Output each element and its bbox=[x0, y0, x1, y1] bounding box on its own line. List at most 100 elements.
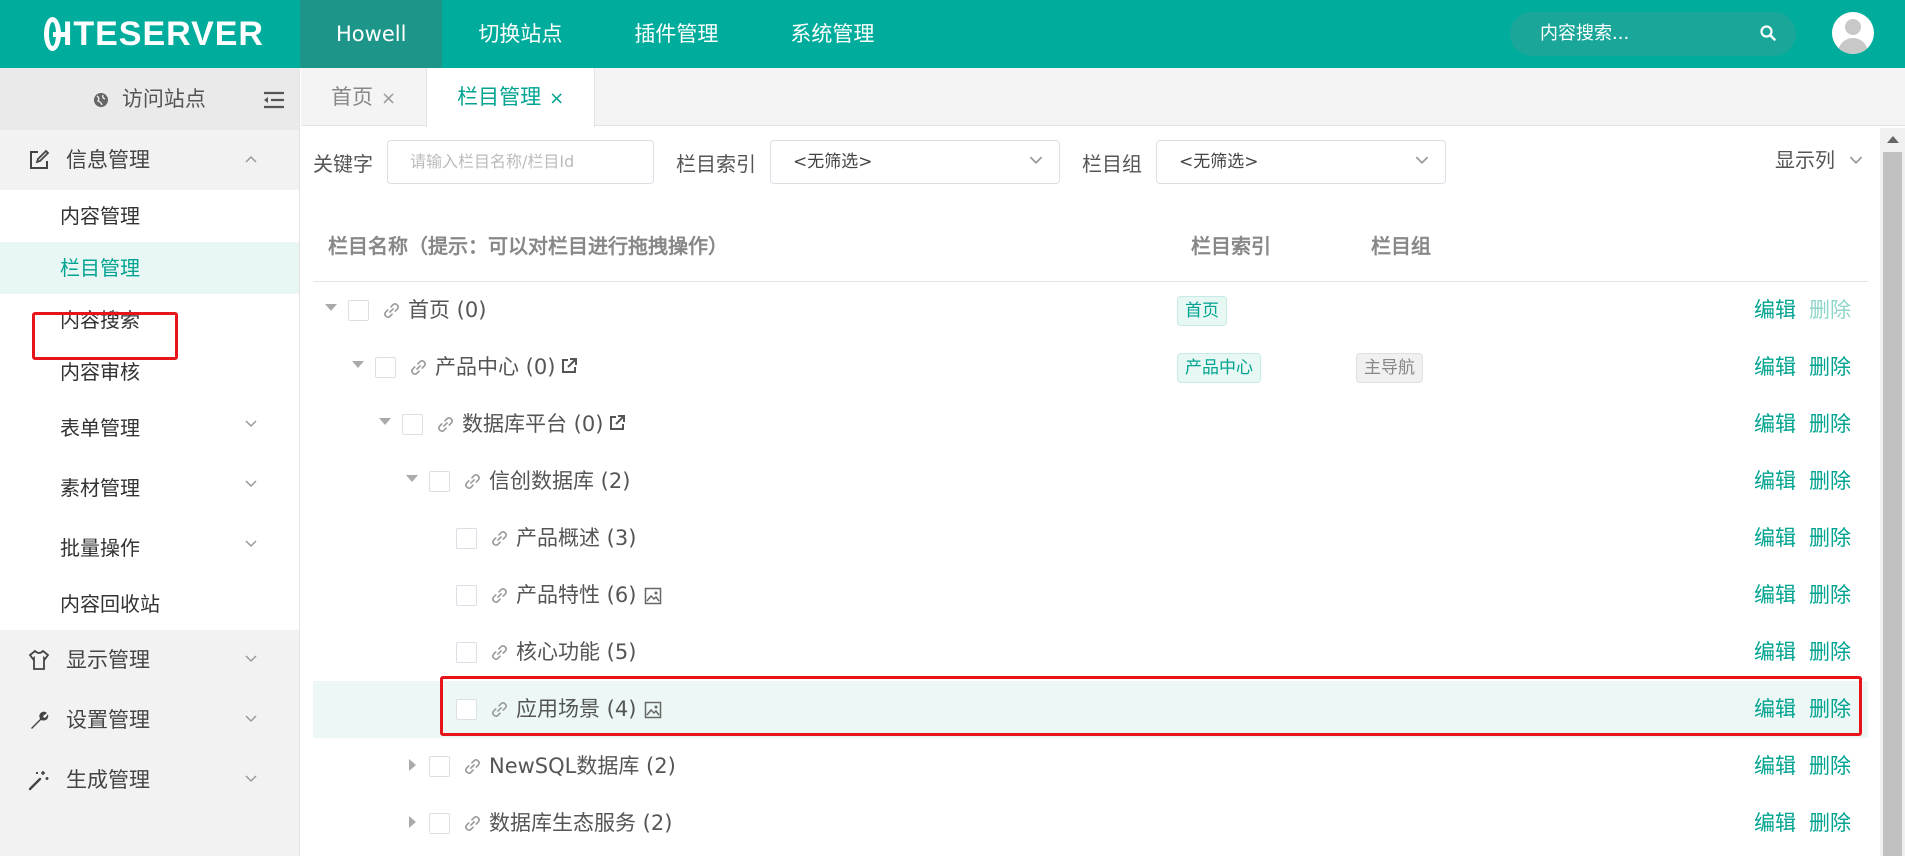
channel-name[interactable]: NewSQL数据库 (2) bbox=[489, 738, 676, 795]
expand-arrow-icon[interactable] bbox=[409, 759, 416, 771]
topnav-plugins[interactable]: 插件管理 bbox=[598, 0, 754, 68]
tab-channel-manage[interactable]: 栏目管理 × bbox=[426, 68, 596, 127]
info-submenu: 内容管理 栏目管理 内容搜索 内容审核 表单管理 素材管理 批量操作 内容回收站 bbox=[0, 190, 299, 630]
row-checkbox[interactable] bbox=[402, 414, 423, 435]
delete-button[interactable]: 删除 bbox=[1809, 339, 1851, 396]
menu-group-info[interactable]: 信息管理 bbox=[0, 130, 299, 190]
topnav-switch-site[interactable]: 切换站点 bbox=[442, 0, 598, 68]
channel-name[interactable]: 产品特性 (6) bbox=[516, 567, 662, 624]
topnav-site-howell[interactable]: Howell bbox=[300, 0, 443, 68]
row-checkbox[interactable] bbox=[456, 528, 477, 549]
sidebar-item-form-manage[interactable]: 表单管理 bbox=[0, 398, 299, 458]
menu-group-generate-label: 生成管理 bbox=[66, 768, 150, 792]
scrollbar-thumb[interactable] bbox=[1883, 152, 1902, 856]
row-checkbox[interactable] bbox=[456, 642, 477, 663]
delete-button: 删除 bbox=[1809, 298, 1851, 322]
expand-arrow-icon[interactable] bbox=[406, 475, 418, 482]
delete-button[interactable]: 删除 bbox=[1809, 681, 1851, 738]
row-checkbox[interactable] bbox=[429, 813, 450, 834]
edit-button[interactable]: 编辑 bbox=[1754, 282, 1796, 339]
keyword-input[interactable]: 请输入栏目名称/栏目Id bbox=[387, 140, 654, 184]
magic-wand-icon bbox=[28, 771, 49, 791]
delete-button[interactable]: 删除 bbox=[1809, 567, 1851, 624]
user-avatar[interactable] bbox=[1832, 12, 1874, 54]
scroll-up-arrow-icon[interactable] bbox=[1887, 136, 1899, 143]
sidebar-item-batch-ops[interactable]: 批量操作 bbox=[0, 518, 299, 578]
channel-name[interactable]: 产品概述 (3) bbox=[516, 510, 636, 567]
edit-button[interactable]: 编辑 bbox=[1754, 567, 1796, 624]
show-columns-button[interactable]: 显示列 bbox=[1775, 144, 1863, 173]
table-row[interactable]: 数据库平台 (0) 编辑 删除 bbox=[313, 396, 1868, 453]
sidebar-item-batch-ops-label: 批量操作 bbox=[60, 536, 140, 560]
menu-group-display[interactable]: 显示管理 bbox=[0, 630, 299, 690]
sidebar-item-recycle-bin[interactable]: 内容回收站 bbox=[0, 578, 299, 630]
delete-button[interactable]: 删除 bbox=[1809, 738, 1851, 795]
delete-button[interactable]: 删除 bbox=[1809, 624, 1851, 681]
menu-group-generate[interactable]: 生成管理 bbox=[0, 750, 299, 810]
edit-button[interactable]: 编辑 bbox=[1754, 339, 1796, 396]
delete-button[interactable]: 删除 bbox=[1809, 396, 1851, 453]
channel-name[interactable]: 数据库平台 (0) bbox=[462, 396, 627, 453]
row-checkbox[interactable] bbox=[429, 471, 450, 492]
expand-arrow-icon[interactable] bbox=[325, 304, 337, 311]
edit-button[interactable]: 编辑 bbox=[1754, 453, 1796, 510]
channel-index-select[interactable]: <无筛选> bbox=[770, 140, 1060, 184]
sidebar-item-content-review[interactable]: 内容审核 bbox=[0, 346, 299, 398]
row-checkbox[interactable] bbox=[429, 756, 450, 777]
sidebar-item-material-manage[interactable]: 素材管理 bbox=[0, 458, 299, 518]
channel-group-value: <无筛选> bbox=[1179, 152, 1259, 172]
link-icon bbox=[491, 701, 508, 718]
table-row[interactable]: 首页 (0) 首页 编辑 删除 bbox=[313, 282, 1868, 339]
expand-arrow-icon[interactable] bbox=[409, 816, 416, 828]
edit-button[interactable]: 编辑 bbox=[1754, 396, 1796, 453]
table-row[interactable]: 产品特性 (6) 编辑 删除 bbox=[313, 567, 1868, 624]
content-search-input[interactable]: 内容搜索... bbox=[1510, 12, 1796, 56]
channel-name[interactable]: 产品中心 (0) bbox=[435, 339, 579, 396]
table-row[interactable]: 核心功能 (5) 编辑 删除 bbox=[313, 624, 1868, 681]
channel-group-tag: 主导航 bbox=[1356, 353, 1423, 383]
table-row[interactable]: 数据库生态服务 (2) 编辑 删除 bbox=[313, 795, 1868, 852]
column-header-name: 栏目名称（提示：可以对栏目进行拖拽操作） bbox=[328, 234, 728, 258]
topnav-system[interactable]: 系统管理 bbox=[754, 0, 910, 68]
edit-button[interactable]: 编辑 bbox=[1754, 624, 1796, 681]
row-checkbox[interactable] bbox=[456, 585, 477, 606]
table-row[interactable]: 产品概述 (3) 编辑 删除 bbox=[313, 510, 1868, 567]
delete-button[interactable]: 删除 bbox=[1809, 795, 1851, 852]
table-row[interactable]: 产品中心 (0) 产品中心 主导航 编辑 删除 bbox=[313, 339, 1868, 396]
vertical-scrollbar[interactable] bbox=[1880, 128, 1905, 856]
avatar-head-shape bbox=[1845, 19, 1861, 35]
row-checkbox[interactable] bbox=[375, 357, 396, 378]
table-row[interactable]: 信创数据库 (2) 编辑 删除 bbox=[313, 453, 1868, 510]
menu-collapse-icon[interactable] bbox=[263, 91, 285, 109]
sidebar-item-content-manage[interactable]: 内容管理 bbox=[0, 190, 299, 242]
edit-button[interactable]: 编辑 bbox=[1754, 795, 1796, 852]
channel-name[interactable]: 数据库生态服务 (2) bbox=[489, 795, 672, 852]
tab-home[interactable]: 首页 × bbox=[301, 68, 426, 126]
expand-arrow-icon[interactable] bbox=[379, 418, 391, 425]
close-icon[interactable]: × bbox=[381, 88, 396, 109]
channel-name[interactable]: 应用场景 (4) bbox=[516, 681, 662, 738]
channel-name[interactable]: 核心功能 (5) bbox=[516, 624, 636, 681]
menu-group-settings[interactable]: 设置管理 bbox=[0, 690, 299, 750]
search-icon[interactable] bbox=[1760, 25, 1776, 41]
channel-index-label: 栏目索引 bbox=[676, 151, 756, 176]
close-icon[interactable]: × bbox=[549, 88, 564, 109]
sidebar-item-channel-manage[interactable]: 栏目管理 bbox=[0, 242, 299, 294]
delete-button[interactable]: 删除 bbox=[1809, 453, 1851, 510]
edit-button[interactable]: 编辑 bbox=[1754, 510, 1796, 567]
edit-button[interactable]: 编辑 bbox=[1754, 738, 1796, 795]
visit-site-button[interactable]: 访问站点 bbox=[0, 68, 299, 130]
siteserver-logo[interactable]: ITESERVER bbox=[44, 14, 264, 54]
row-checkbox[interactable] bbox=[348, 300, 369, 321]
search-placeholder: 内容搜索... bbox=[1540, 23, 1630, 44]
channel-group-select[interactable]: <无筛选> bbox=[1156, 140, 1446, 184]
edit-button[interactable]: 编辑 bbox=[1754, 681, 1796, 738]
row-checkbox[interactable] bbox=[456, 699, 477, 720]
sidebar-item-content-search[interactable]: 内容搜索 bbox=[0, 294, 299, 346]
delete-button[interactable]: 删除 bbox=[1809, 510, 1851, 567]
table-row-highlighted[interactable]: 应用场景 (4) 编辑 删除 bbox=[313, 681, 1868, 738]
table-row[interactable]: NewSQL数据库 (2) 编辑 删除 bbox=[313, 738, 1868, 795]
expand-arrow-icon[interactable] bbox=[352, 361, 364, 368]
channel-name[interactable]: 首页 (0) bbox=[408, 282, 486, 339]
channel-name[interactable]: 信创数据库 (2) bbox=[489, 453, 630, 510]
